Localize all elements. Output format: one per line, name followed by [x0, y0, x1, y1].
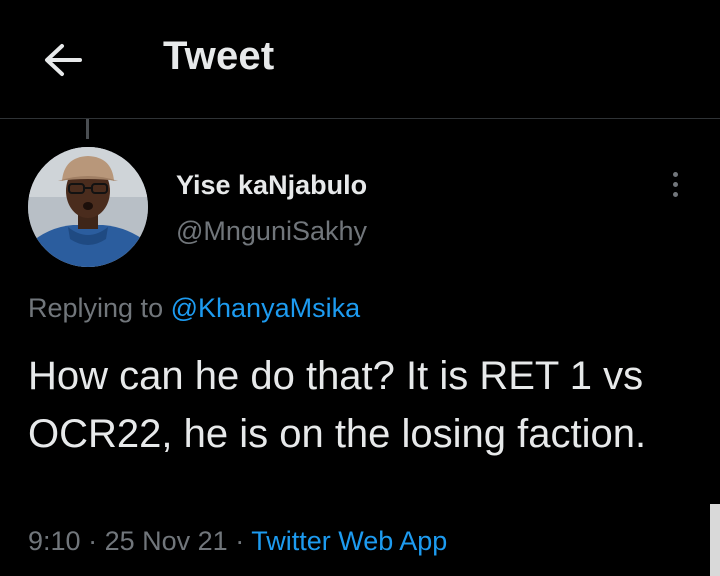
thread-connector-line	[86, 119, 89, 139]
arrow-left-icon	[45, 44, 82, 76]
author-display-name[interactable]: Yise kaNjabulo	[176, 170, 367, 201]
tweet-source-link[interactable]: Twitter Web App	[251, 526, 447, 556]
back-button[interactable]	[40, 38, 84, 82]
tweet-text: How can he do that? It is RET 1 vs OCR22…	[28, 354, 647, 456]
more-vertical-icon-dot	[672, 191, 678, 197]
replying-prefix: Replying to	[28, 293, 164, 323]
tweet-metadata: 9:10 · 25 Nov 21 · Twitter Web App	[28, 526, 447, 557]
replying-to-link[interactable]: @KhanyaMsika	[171, 293, 361, 323]
avatar[interactable]	[28, 147, 148, 267]
meta-separator: ·	[88, 526, 98, 556]
tweet-time[interactable]: 9:10	[28, 526, 81, 556]
header-divider	[0, 118, 720, 119]
more-options-button[interactable]	[660, 166, 690, 202]
more-vertical-icon	[672, 171, 678, 177]
tweet-date[interactable]: 25 Nov 21	[105, 526, 228, 556]
page-title: Tweet	[163, 34, 275, 78]
more-vertical-icon-dot	[672, 181, 678, 187]
avatar-image	[28, 147, 148, 267]
author-handle[interactable]: @MnguniSakhy	[176, 216, 367, 247]
replying-to-line: Replying to @KhanyaMsika	[28, 293, 360, 324]
top-app-bar: Tweet	[0, 0, 720, 118]
meta-separator: ·	[235, 526, 245, 556]
scrollbar-thumb[interactable]	[710, 504, 720, 576]
